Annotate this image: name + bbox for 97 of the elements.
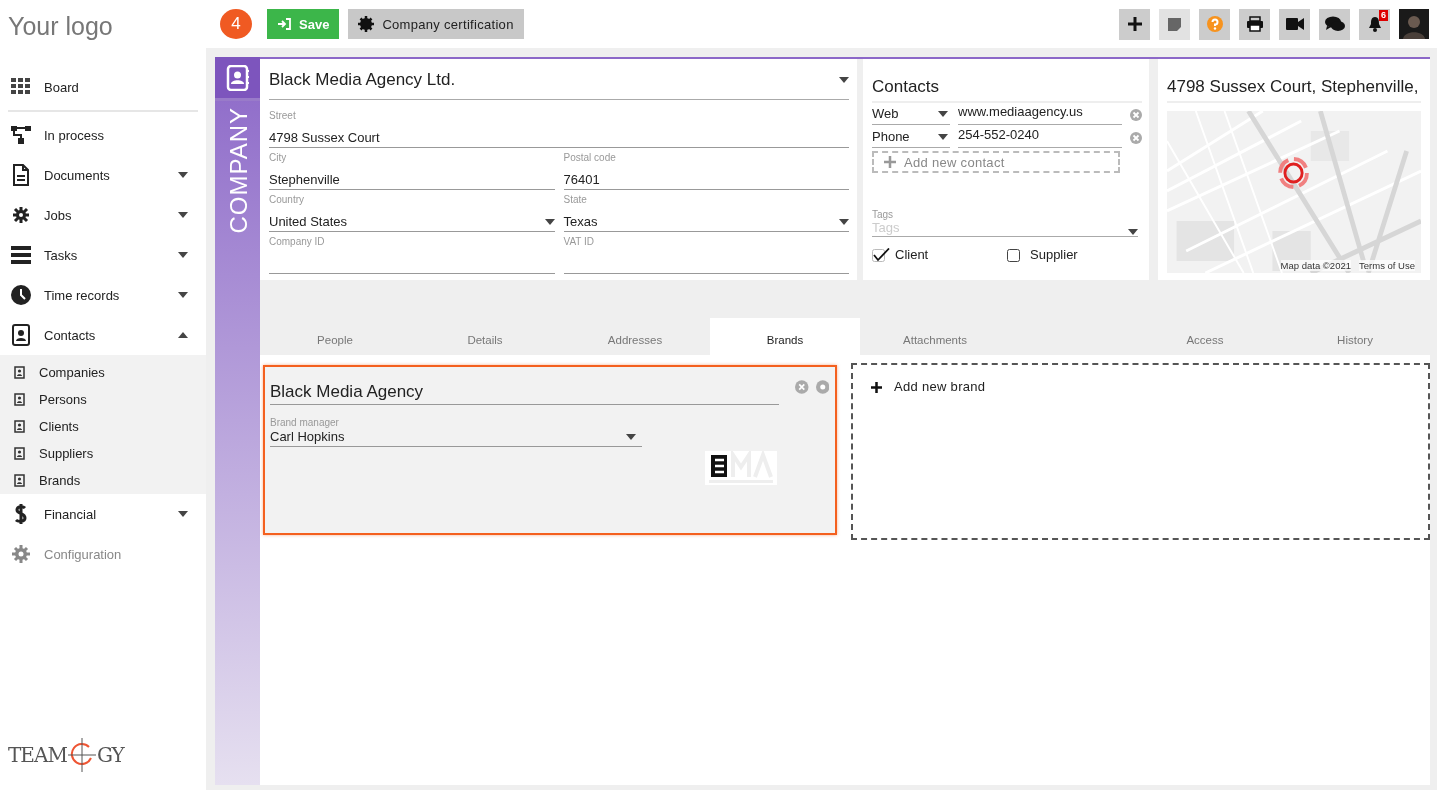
sign-in-icon (277, 18, 291, 30)
tab[interactable]: Access (1130, 318, 1280, 355)
brand-name-field[interactable]: Black Media Agency (270, 369, 779, 405)
seal-icon (358, 16, 375, 32)
sidebar-subitem[interactable]: Clients (8, 413, 198, 440)
caret-icon (178, 511, 188, 517)
notification-count: 6 (1379, 9, 1388, 21)
caret-icon (178, 252, 188, 258)
crosshair-icon (66, 738, 97, 772)
brand-logo-icon (705, 451, 777, 485)
sidebar-item[interactable]: Financial (8, 494, 198, 534)
caret-icon (839, 77, 849, 83)
sidebar-subitem[interactable]: Suppliers (8, 440, 198, 467)
add-brand-button[interactable]: Add new brand (851, 363, 1430, 540)
sidebar-item[interactable]: Tasks (8, 235, 198, 275)
contact-book-icon (14, 447, 25, 460)
caret-icon (178, 172, 188, 178)
select-field[interactable]: Brand manager Carl Hopkins (270, 405, 642, 447)
select-field[interactable]: Country United States (269, 190, 555, 232)
logo-text: Your logo (8, 12, 113, 41)
sidebar-subitem[interactable]: Brands (8, 467, 198, 494)
company-name-field[interactable]: Black Media Agency Ltd. (269, 59, 849, 100)
contact-book-icon (14, 393, 25, 406)
certification-button[interactable]: Company certification (348, 9, 524, 39)
sidebar-subitem[interactable]: Persons (8, 386, 198, 413)
tab[interactable]: Addresses (560, 318, 710, 355)
sidebar-item[interactable]: Board (8, 67, 198, 107)
contact-book-icon (14, 366, 25, 379)
chat-button[interactable] (1319, 8, 1350, 40)
sidebar-item[interactable]: Time records (8, 275, 198, 315)
flow-icon (10, 124, 32, 146)
note-icon (1168, 17, 1181, 31)
sidebar-item[interactable]: In process (8, 115, 198, 155)
sidebar-item[interactable]: Contacts (8, 315, 198, 355)
caret-icon (178, 332, 188, 338)
contact-book-icon (14, 420, 25, 433)
document-icon (10, 164, 32, 186)
select-field[interactable]: State Texas (563, 190, 849, 232)
input-field[interactable]: Postal code 76401 (563, 148, 849, 190)
section-title: Contacts (872, 59, 1142, 103)
sidebar-item[interactable]: Documents (8, 155, 198, 195)
tab[interactable]: People (260, 318, 410, 355)
caret-icon (938, 110, 948, 117)
input-field[interactable]: Street 4798 Sussex Court (269, 106, 849, 148)
chat-icon (1324, 16, 1345, 32)
plus-icon (884, 156, 896, 168)
notifications-button[interactable]: 6 (1359, 8, 1390, 40)
add-contact-button[interactable]: Add new contact (872, 151, 1120, 173)
brand-logo-text: GY (96, 743, 124, 767)
gear-icon (10, 543, 32, 565)
terms-link[interactable]: Terms of Use (1359, 260, 1415, 271)
map-attribution: Map data ©2021 (1280, 260, 1351, 271)
caret-icon (839, 218, 849, 225)
input-field[interactable]: City Stephenville (269, 148, 555, 190)
caret-icon (178, 212, 188, 218)
input-field[interactable]: 254-552-0240 (958, 127, 1122, 148)
print-button[interactable] (1239, 8, 1270, 40)
tab[interactable]: Attachments (860, 318, 1010, 355)
video-camera-icon (1285, 18, 1304, 30)
section-label: COMPANY (224, 107, 253, 234)
select-field[interactable]: Phone (872, 127, 950, 148)
caret-icon (178, 292, 188, 298)
add-button[interactable] (1119, 8, 1150, 40)
contact-book-icon (14, 474, 25, 487)
plus-icon (1127, 17, 1142, 31)
person-silhouette-icon (1402, 13, 1426, 39)
input-field[interactable]: www.mediaagency.us (958, 104, 1122, 125)
radio-icon[interactable] (815, 379, 829, 395)
plus-icon (871, 382, 882, 393)
sidebar-subitem[interactable]: Companies (8, 359, 198, 386)
tab[interactable]: History (1280, 318, 1430, 355)
caret-icon (626, 433, 636, 440)
note-button[interactable] (1159, 8, 1190, 40)
checkbox-label: Supplier (1030, 247, 1078, 262)
brand-logo-text: TEAM (8, 743, 67, 767)
address-title: 4798 Sussex Court, Stephenville, (1167, 59, 1421, 103)
contact-book-icon (225, 64, 250, 91)
gear-icon (10, 204, 32, 226)
printer-icon (1245, 16, 1264, 32)
tab[interactable]: Details (410, 318, 560, 355)
avatar[interactable] (1399, 9, 1429, 39)
brand-card[interactable]: Black Media Agency Brand manager Carl Hopkins (263, 365, 837, 535)
tab[interactable]: Brands (710, 318, 860, 355)
caret-icon (1128, 229, 1138, 235)
list-icon (10, 244, 32, 266)
contact-book-icon (10, 324, 32, 346)
checkbox[interactable] (872, 247, 890, 262)
select-field[interactable]: Web (872, 104, 950, 125)
bell-icon (1367, 16, 1382, 32)
caret-icon (938, 133, 948, 140)
caret-icon (544, 218, 555, 225)
checkbox-label: Client (895, 247, 929, 262)
sidebar-item[interactable]: Jobs (8, 195, 198, 235)
count-badge: 4 (220, 9, 252, 39)
clock-icon (10, 284, 32, 306)
help-icon (1206, 16, 1223, 32)
video-button[interactable] (1279, 8, 1310, 40)
